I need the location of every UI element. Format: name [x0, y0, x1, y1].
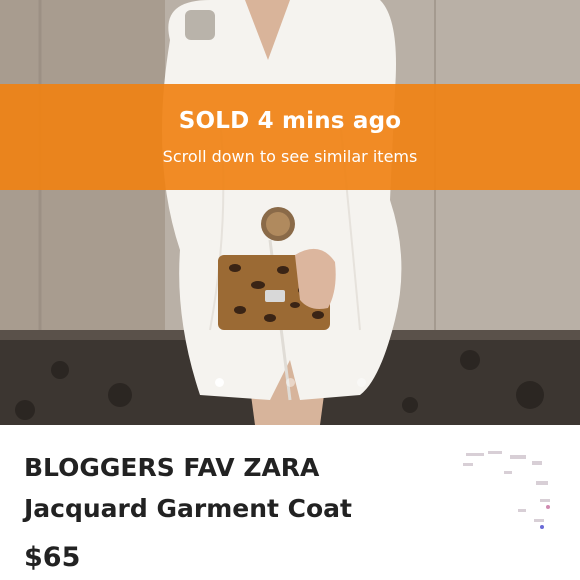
carousel-dot[interactable] [214, 378, 224, 387]
listing-title-line1: BLOGGERS FAV ZARA [24, 453, 320, 482]
listing-details: BLOGGERS FAV ZARA Jacquard Garment Coat … [0, 425, 580, 580]
product-image [0, 0, 580, 425]
sold-status-text: SOLD 4 mins ago [178, 108, 402, 134]
sold-banner: SOLD 4 mins ago Scroll down to see simil… [0, 84, 580, 190]
carousel-dot[interactable] [356, 378, 366, 387]
product-photo[interactable] [0, 0, 580, 425]
listing-price: $65 [24, 542, 81, 573]
similar-items-hint: Scroll down to see similar items [162, 147, 418, 166]
carousel-indicator [0, 378, 580, 388]
brand-logo-thumbnail [463, 451, 550, 529]
carousel-dot[interactable] [285, 378, 295, 387]
listing-title-line2: Jacquard Garment Coat [24, 494, 353, 523]
